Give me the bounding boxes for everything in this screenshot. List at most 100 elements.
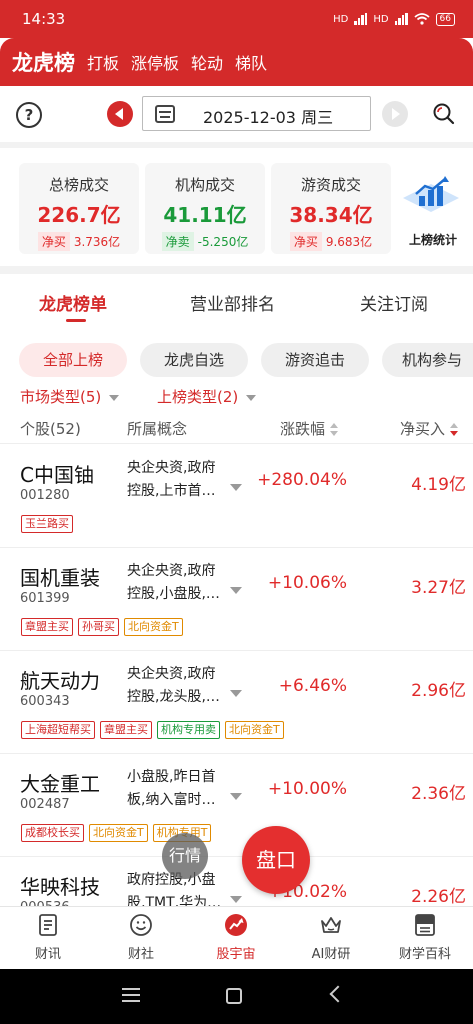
seat-tags: 章盟主买 孙哥买 北向资金T: [21, 618, 183, 636]
col-change-label: 涨跌幅: [280, 420, 326, 438]
net-tag: 净卖: [161, 232, 194, 251]
col-stock: 个股(52): [20, 420, 81, 438]
market-type-filter[interactable]: 市场类型(5): [20, 386, 120, 407]
nav-item-ai-caiyan[interactable]: AI财研: [286, 907, 376, 970]
back-icon[interactable]: [329, 985, 347, 1003]
app-header: 龙虎榜 打板 涨停板 轮动 梯队: [0, 38, 473, 86]
date-picker[interactable]: 2025-12-03 周三: [142, 96, 371, 131]
card-title: 总榜成交: [48, 176, 109, 194]
chevron-down-icon[interactable]: [230, 793, 242, 800]
seat-tag: 北向资金T: [124, 618, 183, 636]
card-value: 226.7亿: [37, 203, 121, 227]
header-nav-zhangtingban[interactable]: 涨停板: [131, 50, 179, 74]
nav-label: AI财研: [311, 947, 351, 962]
col-net[interactable]: 净买入: [400, 418, 459, 439]
stock-net-buy: 2.36亿: [411, 784, 466, 804]
stock-code: 601399: [20, 591, 70, 606]
summary-card-institution[interactable]: 机构成交 41.11亿 净卖 -5.250亿: [145, 163, 265, 254]
tab-longhubang[interactable]: 龙虎榜单: [39, 290, 107, 315]
trend-up-icon: [225, 914, 247, 936]
table-row[interactable]: 航天动力 600343 央企央资,政府控股,龙头股,… +6.46% 2.96亿…: [0, 651, 473, 754]
chart-stats-icon[interactable]: [401, 176, 461, 226]
header-nav-daban[interactable]: 打板: [87, 50, 119, 74]
calendar-icon: [155, 105, 175, 123]
help-icon[interactable]: ?: [16, 102, 42, 128]
signal-icon: [354, 13, 368, 25]
seat-tag: 上海超短帮买: [21, 721, 95, 739]
table-header: 个股(52) 所属概念 涨跌幅 净买入: [0, 414, 473, 444]
status-icons: HD HD 66: [333, 12, 455, 26]
stock-concept: 央企央资,政府控股,龙头股,…: [127, 666, 220, 705]
col-change[interactable]: 涨跌幅: [280, 418, 339, 439]
seat-tag: 章盟主买: [100, 721, 152, 739]
stock-list: C中国铀 001280 央企央资,政府控股,上市首… +280.04% 4.19…: [0, 445, 473, 960]
net-amount: 3.736亿: [73, 235, 121, 249]
sort-desc-icon: [450, 422, 459, 437]
menu-icon[interactable]: [122, 988, 140, 1002]
card-value: 38.34亿: [289, 203, 373, 227]
table-row[interactable]: 大金重工 002487 小盘股,昨日首板,纳入富时… +10.00% 2.36亿…: [0, 754, 473, 857]
seat-tag: 章盟主买: [21, 618, 73, 636]
stock-name: 航天动力: [20, 669, 100, 693]
stock-code: 600343: [20, 694, 70, 709]
nav-item-caixue-baike[interactable]: 财学百科: [380, 907, 470, 970]
chevron-down-icon[interactable]: [230, 896, 242, 903]
date-bar: ? 2025-12-03 周三: [0, 86, 473, 142]
seat-tag: 机构专用卖: [157, 721, 220, 739]
signal-icon-2: [394, 13, 408, 25]
chip-watchlist[interactable]: 龙虎自选: [140, 343, 248, 377]
page-title: 龙虎榜: [12, 51, 75, 75]
chip-hotmoney[interactable]: 游资追击: [261, 343, 369, 377]
table-row[interactable]: 国机重装 601399 央企央资,政府控股,小盘股,… +10.06% 3.27…: [0, 548, 473, 651]
net-amount: 9.683亿: [325, 235, 373, 249]
chevron-down-icon[interactable]: [230, 690, 242, 697]
stock-name: 大金重工: [20, 772, 100, 796]
chevron-down-icon[interactable]: [230, 484, 242, 491]
summary-card-total[interactable]: 总榜成交 226.7亿 净买 3.736亿: [19, 163, 139, 254]
home-icon[interactable]: [226, 988, 242, 1004]
card-value: 41.11亿: [163, 203, 247, 227]
quote-float-button[interactable]: 行情: [162, 833, 208, 879]
stock-concept: 央企央资,政府控股,上市首…: [127, 460, 216, 499]
chip-institution[interactable]: 机构参与: [382, 343, 473, 377]
filter-chips: 全部上榜 龙虎自选 游资追击 机构参与: [0, 339, 473, 379]
signal-1-label: HD: [333, 13, 349, 25]
col-concept: 所属概念: [127, 420, 188, 438]
nav-label: 股宇宙: [216, 947, 256, 962]
stats-label[interactable]: 上榜统计: [400, 231, 466, 248]
stock-net-buy: 4.19亿: [411, 475, 466, 495]
stock-name: C中国铀: [20, 463, 94, 487]
net-tag: 净买: [289, 232, 322, 251]
tab-subscription[interactable]: 关注订阅: [360, 290, 428, 315]
summary-card-hotmoney[interactable]: 游资成交 38.34亿 净买 9.683亿: [271, 163, 391, 254]
stock-net-buy: 2.96亿: [411, 681, 466, 701]
card-title: 机构成交: [174, 176, 235, 194]
smile-icon: [130, 914, 152, 936]
date-value: 2025-12-03 周三: [203, 108, 334, 127]
chip-all[interactable]: 全部上榜: [19, 343, 127, 377]
stock-change: +10.00%: [267, 779, 347, 799]
nav-item-caishe[interactable]: 财社: [96, 907, 186, 970]
stock-change: +10.06%: [267, 573, 347, 593]
list-type-filter[interactable]: 上榜类型(2): [157, 386, 257, 407]
nav-item-guyuzhou[interactable]: 股宇宙: [191, 907, 281, 970]
header-nav-tidui[interactable]: 梯队: [235, 50, 267, 74]
search-icon[interactable]: [432, 102, 456, 126]
seat-tag: 北向资金T: [225, 721, 284, 739]
nav-item-caixun[interactable]: 财讯: [3, 907, 93, 970]
bottom-nav: 财讯 财社 股宇宙 AI财研 财学百科: [0, 906, 473, 969]
stock-name: 华映科技: [20, 875, 100, 899]
next-date-button[interactable]: [382, 101, 408, 127]
stock-code: 002487: [20, 797, 70, 812]
stock-net-buy: 3.27亿: [411, 578, 466, 598]
tab-branch-ranking[interactable]: 营业部排名: [190, 290, 275, 315]
stock-net-buy: 2.26亿: [411, 887, 466, 907]
seat-tag: 玉兰路买: [21, 515, 73, 533]
table-row[interactable]: C中国铀 001280 央企央资,政府控股,上市首… +280.04% 4.19…: [0, 445, 473, 548]
board-float-button[interactable]: 盘口: [242, 826, 310, 894]
chevron-down-icon[interactable]: [230, 587, 242, 594]
header-nav-lundong[interactable]: 轮动: [191, 50, 223, 74]
list-type-label: 上榜类型(2): [157, 388, 239, 406]
chevron-down-icon: [109, 394, 120, 401]
prev-date-button[interactable]: [107, 101, 133, 127]
